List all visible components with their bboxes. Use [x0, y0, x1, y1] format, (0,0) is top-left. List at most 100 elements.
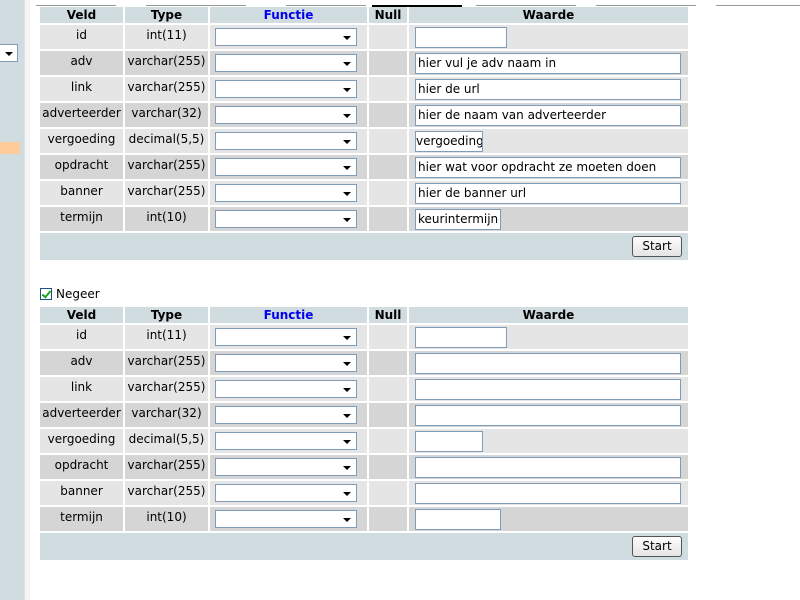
- value-input-banner[interactable]: hier de banner url: [415, 182, 681, 204]
- field-row-banner: banner varchar(255): [40, 481, 688, 505]
- field-name: adv: [40, 51, 123, 75]
- function-select[interactable]: [215, 184, 357, 202]
- value-input-id[interactable]: [415, 326, 507, 348]
- function-select[interactable]: [215, 510, 357, 528]
- value-input-link[interactable]: hier de url: [415, 78, 681, 100]
- null-cell: [369, 103, 407, 127]
- field-type: decimal(5,5): [125, 429, 208, 453]
- field-row-link: link varchar(255) hier de url: [40, 77, 688, 101]
- function-select[interactable]: [215, 132, 357, 150]
- function-select[interactable]: [215, 28, 357, 46]
- value-input-vergoeding[interactable]: vergoeding: [415, 130, 483, 152]
- function-select[interactable]: [215, 210, 357, 228]
- null-cell: [369, 455, 407, 479]
- field-row-adverteerder: adverteerder varchar(32): [40, 403, 688, 427]
- field-name: vergoeding: [40, 429, 123, 453]
- column-header-veld: Veld: [40, 307, 123, 323]
- field-type: int(11): [125, 25, 208, 49]
- tab-remnant[interactable]: [716, 0, 800, 6]
- field-row-opdracht: opdracht varchar(255) hier wat voor opdr…: [40, 155, 688, 179]
- null-cell: [369, 51, 407, 75]
- null-cell: [369, 481, 407, 505]
- database-select-dropdown[interactable]: [0, 44, 18, 62]
- field-type: varchar(32): [125, 403, 208, 427]
- column-header-veld: Veld: [40, 7, 123, 23]
- ignore-label: Negeer: [56, 287, 100, 301]
- frame-divider[interactable]: [24, 0, 30, 600]
- value-input-adv[interactable]: [415, 352, 681, 374]
- function-select[interactable]: [215, 484, 357, 502]
- field-name: adverteerder: [40, 103, 123, 127]
- start-button[interactable]: Start: [632, 536, 682, 557]
- selected-table-highlight[interactable]: [0, 142, 20, 154]
- field-row-id: id int(11): [40, 325, 688, 349]
- null-cell: [369, 207, 407, 231]
- field-row-adv: adv varchar(255) hier vul je adv naam in: [40, 51, 688, 75]
- function-select[interactable]: [215, 106, 357, 124]
- null-cell: [369, 129, 407, 153]
- field-name: id: [40, 25, 123, 49]
- field-row-vergoeding: vergoeding decimal(5,5) vergoeding: [40, 129, 688, 153]
- column-header-functie[interactable]: Functie: [210, 7, 367, 23]
- value-input-termijn[interactable]: [415, 508, 501, 530]
- column-header-null: Null: [369, 7, 407, 23]
- field-name: vergoeding: [40, 129, 123, 153]
- field-name: adverteerder: [40, 403, 123, 427]
- value-input-opdracht[interactable]: [415, 456, 681, 478]
- field-row-termijn: termijn int(10): [40, 507, 688, 531]
- field-row-opdracht: opdracht varchar(255): [40, 455, 688, 479]
- column-header-waarde: Waarde: [409, 307, 688, 323]
- column-header-type: Type: [125, 7, 208, 23]
- field-name: termijn: [40, 507, 123, 531]
- value-input-opdracht[interactable]: hier wat voor opdracht ze moeten doen: [415, 156, 681, 178]
- field-type: varchar(255): [125, 455, 208, 479]
- null-cell: [369, 325, 407, 349]
- submit-row: Start: [40, 533, 688, 560]
- null-cell: [369, 25, 407, 49]
- field-row-adverteerder: adverteerder varchar(32) hier de naam va…: [40, 103, 688, 127]
- field-type: varchar(32): [125, 103, 208, 127]
- submit-row: Start: [40, 233, 688, 260]
- field-type: int(10): [125, 207, 208, 231]
- ignore-toggle[interactable]: Negeer: [40, 286, 100, 302]
- field-row-link: link varchar(255): [40, 377, 688, 401]
- field-row-banner: banner varchar(255) hier de banner url: [40, 181, 688, 205]
- value-input-adverteerder[interactable]: hier de naam van adverteerder: [415, 104, 681, 126]
- field-name: termijn: [40, 207, 123, 231]
- column-header-functie[interactable]: Functie: [210, 307, 367, 323]
- field-name: banner: [40, 481, 123, 505]
- value-input-termijn[interactable]: keurintermijn: [415, 208, 501, 230]
- null-cell: [369, 351, 407, 375]
- field-type: varchar(255): [125, 351, 208, 375]
- null-cell: [369, 377, 407, 401]
- function-select[interactable]: [215, 328, 357, 346]
- function-select[interactable]: [215, 354, 357, 372]
- null-cell: [369, 429, 407, 453]
- function-select[interactable]: [215, 54, 357, 72]
- function-select[interactable]: [215, 406, 357, 424]
- field-type: int(10): [125, 507, 208, 531]
- column-header-waarde: Waarde: [409, 7, 688, 23]
- start-button[interactable]: Start: [632, 236, 682, 257]
- field-type: varchar(255): [125, 481, 208, 505]
- null-cell: [369, 181, 407, 205]
- value-input-adv[interactable]: hier vul je adv naam in: [415, 52, 681, 74]
- value-input-banner[interactable]: [415, 482, 681, 504]
- function-select[interactable]: [215, 458, 357, 476]
- field-name: adv: [40, 351, 123, 375]
- field-name: banner: [40, 181, 123, 205]
- field-name: id: [40, 325, 123, 349]
- function-select[interactable]: [215, 380, 357, 398]
- insert-form-1: Veld Type Functie Null Waarde id int(11)…: [38, 5, 690, 262]
- value-input-vergoeding[interactable]: [415, 430, 483, 452]
- function-select[interactable]: [215, 158, 357, 176]
- field-type: varchar(255): [125, 155, 208, 179]
- function-select[interactable]: [215, 432, 357, 450]
- field-row-vergoeding: vergoeding decimal(5,5): [40, 429, 688, 453]
- left-navigation-frame: [0, 0, 24, 600]
- value-input-id[interactable]: [415, 26, 507, 48]
- function-select[interactable]: [215, 80, 357, 98]
- ignore-checkbox[interactable]: [40, 288, 52, 300]
- value-input-adverteerder[interactable]: [415, 404, 681, 426]
- value-input-link[interactable]: [415, 378, 681, 400]
